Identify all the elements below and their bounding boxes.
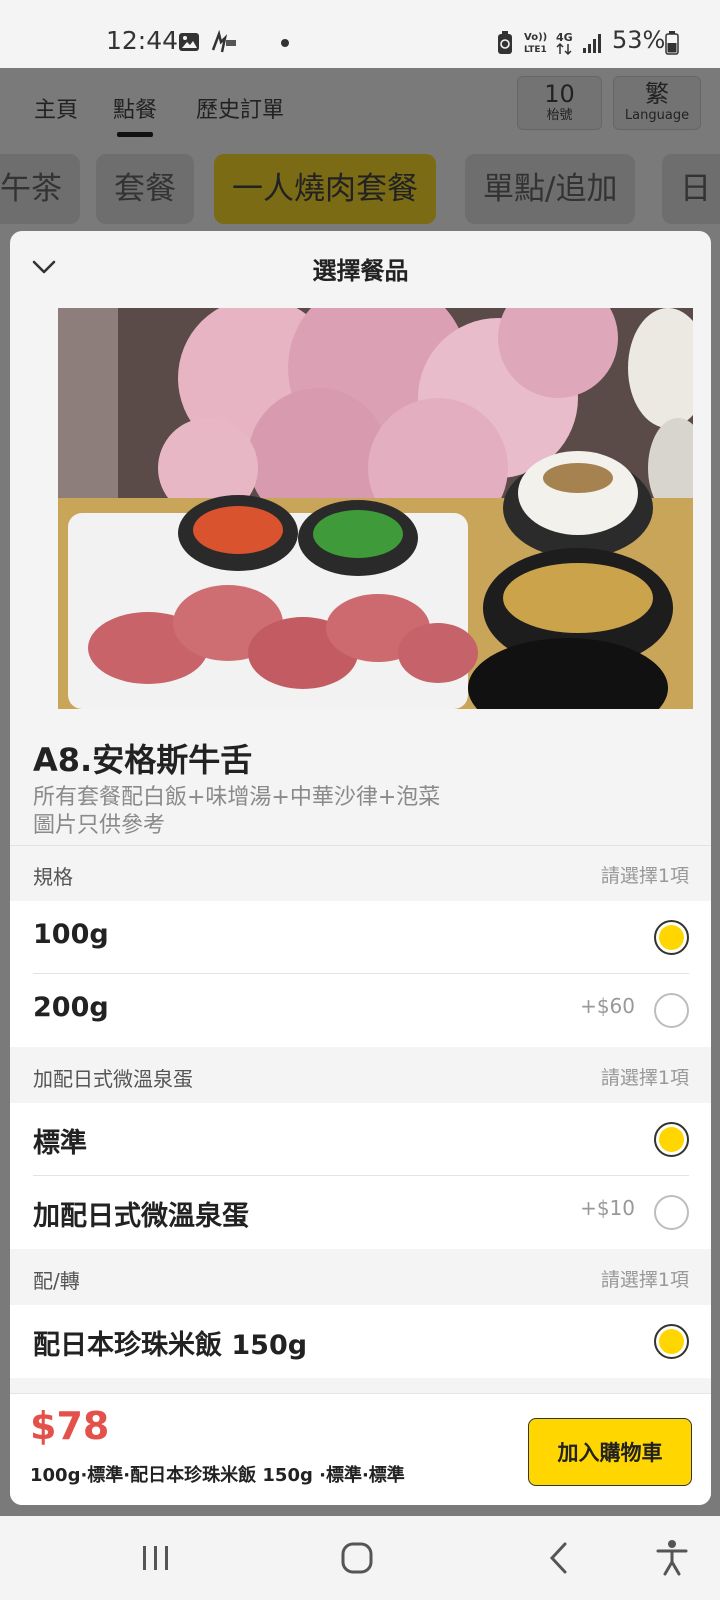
item-description-line1: 所有套餐配白飯+味增湯+中華沙律+泡菜 [33,785,441,810]
svg-text:LTE1: LTE1 [524,45,547,55]
option-group-egg-header: 加配日式微溫泉蛋 請選擇1項 [10,1047,711,1103]
network-4g-icon: 4G [556,31,573,56]
back-icon[interactable] [540,1538,580,1578]
radio-selected[interactable] [654,1324,689,1359]
sheet-header: 選擇餐品 [10,231,711,306]
total-price: $78 [30,1404,110,1448]
option-group-rice-header: 配/轉 請選擇1項 [10,1249,711,1305]
option-group-title: 規格 [33,865,73,889]
nav-history[interactable]: 歷史訂單 [196,92,284,124]
option-group-hint: 請選擇1項 [600,865,689,887]
category-tab-a-la-carte[interactable]: 單點/追加 [465,154,636,224]
battery-saver-icon [498,31,512,54]
table-number-box[interactable]: 10 枱號 [517,76,602,130]
recent-apps-icon[interactable] [136,1538,176,1578]
nav-home[interactable]: 主頁 [34,92,78,124]
category-tab-afternoon-tea[interactable]: 午茶 [0,154,80,224]
accessibility-icon[interactable] [652,1538,692,1578]
radio-selected[interactable] [654,1122,689,1157]
radio-unselected[interactable] [654,1195,689,1230]
item-name: A8.安格斯牛舌 [33,741,253,779]
language-char: 繁 [645,80,669,108]
option-price: +$10 [580,1196,635,1220]
option-label: 200g [33,992,109,1023]
food-photo [58,308,693,709]
nav-order[interactable]: 點餐 [113,92,157,124]
radio-selected[interactable] [654,920,689,955]
signal-icon [583,34,601,53]
option-group-title: 配/轉 [33,1269,80,1293]
selection-summary: 100g·標準·配日本珍珠米飯 150g ·標準·標準 [30,1465,405,1486]
home-icon[interactable] [337,1538,377,1578]
item-selection-sheet: 選擇餐品 A8.安格斯牛舌 所有套餐配白飯+味增湯+中華沙律+泡菜 圖片只供參考… [10,231,711,1505]
option-group-hint: 請選擇1項 [600,1269,689,1291]
notification-dot-icon [281,39,289,47]
option-group-size-header: 規格 請選擇1項 [10,845,711,901]
option-pearl-rice[interactable]: 配日本珍珠米飯 150g [10,1305,711,1378]
option-label: 標準 [33,1128,87,1159]
item-description-line2: 圖片只供參考 [33,813,166,838]
battery-percent: 53% [612,26,666,54]
category-tab-japanese[interactable]: 日 [662,154,720,224]
gallery-icon [179,33,199,51]
svg-text:Vo)): Vo)) [524,32,547,43]
category-tab-set[interactable]: 套餐 [96,154,194,224]
app-notification-icon [211,30,236,53]
sheet-footer: $78 100g·標準·配日本珍珠米飯 150g ·標準·標準 加入購物車 [10,1393,711,1505]
item-description: 所有套餐配白飯+味增湯+中華沙律+泡菜 圖片只供參考 [33,784,440,840]
volte-icon: Vo)) LTE1 [524,32,547,55]
sheet-title: 選擇餐品 [312,257,409,285]
option-label: 加配日式微溫泉蛋 [33,1201,249,1232]
option-label: 100g [33,919,109,950]
option-group-title: 加配日式微溫泉蛋 [33,1067,193,1091]
option-price: +$60 [580,994,635,1018]
language-button[interactable]: 繁 Language [613,76,701,130]
battery-icon [665,31,679,55]
table-label: 枱號 [546,108,573,123]
status-bar: 12:44 Vo)) LTE1 4G 53% [0,0,720,68]
option-standard[interactable]: 標準 [10,1103,711,1176]
table-number: 10 [544,80,575,108]
system-nav-bar [0,1516,720,1600]
option-200g[interactable]: 200g +$60 [10,974,711,1047]
option-group-hint: 請選擇1項 [600,1067,689,1089]
svg-text:4G: 4G [556,31,573,44]
option-100g[interactable]: 100g [10,901,711,974]
option-add-onsen-egg[interactable]: 加配日式微溫泉蛋 +$10 [10,1176,711,1249]
option-label: 配日本珍珠米飯 150g [33,1330,308,1361]
language-label: Language [624,108,690,123]
add-to-cart-button[interactable]: 加入購物車 [528,1418,692,1486]
category-tab-bbq-set[interactable]: 一人燒肉套餐 [214,154,436,224]
status-time: 12:44 [106,26,179,55]
radio-unselected[interactable] [654,993,689,1028]
nav-active-indicator [117,132,153,137]
